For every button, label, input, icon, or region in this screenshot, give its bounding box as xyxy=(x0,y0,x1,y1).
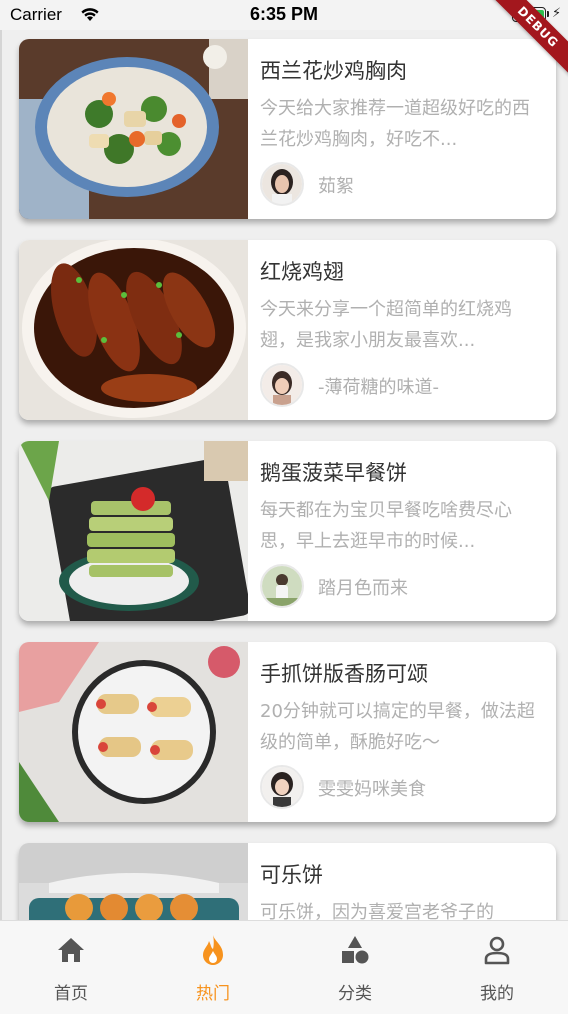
recipe-card[interactable]: 可乐饼 可乐饼，因为喜爱宫老爷子的 xyxy=(19,843,556,920)
home-icon xyxy=(0,933,142,967)
battery-tip xyxy=(547,11,549,17)
status-bar: Carrier 6:35 PM ⚡ xyxy=(0,0,568,30)
recipe-card[interactable]: 红烧鸡翅 今天来分享一个超简单的红烧鸡翅，是我家小朋友最喜欢... -薄荷糖的味… xyxy=(19,240,556,420)
recipe-description: 今天给大家推荐一道超级好吃的西兰花炒鸡胸肉，好吃不... xyxy=(260,98,530,150)
recipe-card[interactable]: 手抓饼版香肠可颂 20分钟就可以搞定的早餐，做法超级的简单，酥脆好吃～ 雯雯妈咪… xyxy=(19,642,556,822)
flame-icon xyxy=(142,933,284,967)
tab-category-label: 分类 xyxy=(338,984,372,1004)
charging-icon: ⚡ xyxy=(552,6,562,21)
tab-profile[interactable]: 我的 xyxy=(426,933,568,1004)
author-name[interactable]: 雯雯妈咪美食 xyxy=(318,775,426,801)
tab-home[interactable]: 首页 xyxy=(0,933,142,1004)
bottom-tab-bar: 首页 热门 分类 我的 xyxy=(0,920,568,1014)
recipe-description: 20分钟就可以搞定的早餐，做法超级的简单，酥脆好吃～ xyxy=(260,701,535,753)
recipe-image xyxy=(19,39,248,219)
author-avatar[interactable] xyxy=(260,162,304,206)
recipe-list[interactable]: 西兰花炒鸡胸肉 今天给大家推荐一道超级好吃的西兰花炒鸡胸肉，好吃不... 茹絮 xyxy=(0,30,568,920)
recipe-description: 每天都在为宝贝早餐吃啥费尽心思，早上去逛早市的时候... xyxy=(260,500,512,552)
recipe-description: 今天来分享一个超简单的红烧鸡翅，是我家小朋友最喜欢... xyxy=(260,299,512,351)
recipe-image xyxy=(19,642,248,822)
author-name[interactable]: -薄荷糖的味道- xyxy=(318,373,439,399)
recipe-card[interactable]: 鹅蛋菠菜早餐饼 每天都在为宝贝早餐吃啥费尽心思，早上去逛早市的时候... 踏月色… xyxy=(19,441,556,621)
category-icon xyxy=(284,933,426,967)
recipe-image xyxy=(19,843,248,920)
recipe-title: 红烧鸡翅 xyxy=(260,260,344,284)
author-avatar[interactable] xyxy=(260,363,304,407)
tab-profile-label: 我的 xyxy=(480,984,514,1004)
recipe-title: 手抓饼版香肠可颂 xyxy=(260,662,428,686)
recipe-description: 可乐饼，因为喜爱宫老爷子的 xyxy=(260,902,494,920)
clock: 6:35 PM xyxy=(249,4,319,24)
recipe-card[interactable]: 西兰花炒鸡胸肉 今天给大家推荐一道超级好吃的西兰花炒鸡胸肉，好吃不... 茹絮 xyxy=(19,39,556,219)
profile-icon xyxy=(426,933,568,967)
recipe-title: 可乐饼 xyxy=(260,863,323,887)
tab-category[interactable]: 分类 xyxy=(284,933,426,1004)
recipe-image xyxy=(19,240,248,420)
author-avatar[interactable] xyxy=(260,765,304,809)
recipe-image xyxy=(19,441,248,621)
tab-hot-label: 热门 xyxy=(196,984,230,1004)
recipe-title: 鹅蛋菠菜早餐饼 xyxy=(260,461,407,485)
author-name[interactable]: 茹絮 xyxy=(318,172,354,198)
author-name[interactable]: 踏月色而来 xyxy=(318,574,408,600)
recipe-title: 西兰花炒鸡胸肉 xyxy=(260,59,407,83)
tab-home-label: 首页 xyxy=(54,984,88,1004)
author-avatar[interactable] xyxy=(260,564,304,608)
tab-hot[interactable]: 热门 xyxy=(142,933,284,1004)
